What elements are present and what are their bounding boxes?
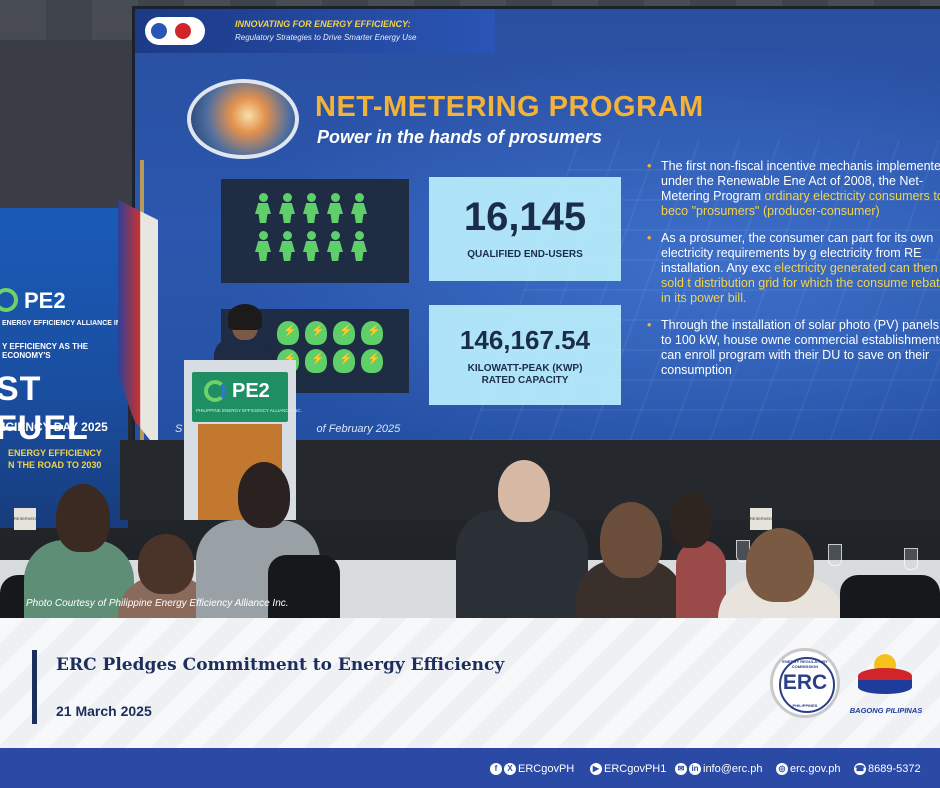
slide-header-subtitle: Regulatory Strategies to Drive Smarter E… bbox=[235, 33, 417, 42]
slide-bullet: The first non-fiscal incentive mechanis … bbox=[647, 159, 940, 219]
banner-theme-line2: N THE ROAD TO 2030 bbox=[8, 460, 102, 470]
lightbulb-icon bbox=[333, 349, 355, 373]
stat-label-line2: RATED CAPACITY bbox=[481, 375, 569, 386]
banner-alliance-text: ENERGY EFFICIENCY ALLIANCE INC. bbox=[2, 320, 128, 327]
slide-logos bbox=[145, 17, 205, 45]
footer-bar: f X ERCgovPH ▶ ERCgovPH1 ✉ in info@erc.p… bbox=[0, 748, 940, 788]
rated-capacity-stat: 146,167.54 KILOWATT-PEAK (KWP) RATED CAP… bbox=[429, 305, 621, 405]
footer-social-ercgovph1[interactable]: ▶ ERCgovPH1 bbox=[590, 762, 666, 776]
footer-email[interactable]: ✉ in info@erc.ph bbox=[675, 762, 762, 776]
person-icon bbox=[347, 231, 371, 261]
qualified-end-users-stat: 16,145 QUALIFIED END-USERS bbox=[429, 177, 621, 281]
lightbulb-icon bbox=[333, 321, 355, 345]
banner-tagline: Y EFFICIENCY AS THE ECONOMY'S bbox=[2, 342, 89, 360]
speaker-hair bbox=[228, 304, 262, 330]
person-icon bbox=[347, 193, 371, 223]
bagong-pilipinas-mini-logo-icon bbox=[175, 23, 191, 39]
pe2-ring-icon bbox=[204, 380, 226, 402]
pe2-ring-icon bbox=[0, 288, 18, 312]
stat-value: 16,145 bbox=[463, 195, 587, 239]
solar-road-emblem-icon bbox=[187, 79, 299, 159]
erc-seal-bottom-text: PHILIPPINES bbox=[792, 703, 818, 708]
banner-pe2-logo: PE2 bbox=[24, 288, 66, 313]
person-icon bbox=[251, 193, 275, 223]
blue-ribbon bbox=[858, 680, 912, 694]
attendee-head bbox=[600, 502, 662, 578]
podium-pe2-logo: PE2 bbox=[232, 380, 270, 402]
event-photo: INNOVATING FOR ENERGY EFFICIENCY: Regula… bbox=[0, 0, 940, 618]
person-icon bbox=[299, 193, 323, 223]
stat-label: QUALIFIED END-USERS bbox=[467, 249, 583, 260]
person-icon bbox=[299, 231, 323, 261]
attendee-head bbox=[238, 462, 290, 528]
reserved-sign: RESERVED bbox=[750, 508, 772, 530]
footer-website[interactable]: ◎ erc.gov.ph bbox=[776, 762, 841, 776]
globe-icon: ◎ bbox=[776, 763, 788, 775]
phone-icon: ☎ bbox=[854, 763, 866, 775]
wine-glass bbox=[828, 544, 842, 566]
slide-header: INNOVATING FOR ENERGY EFFICIENCY: Regula… bbox=[135, 9, 495, 53]
slide-bullet-list: The first non-fiscal incentive mechanis … bbox=[647, 159, 940, 390]
attendee-head bbox=[746, 528, 814, 602]
people-icons bbox=[251, 193, 371, 261]
x-icon: X bbox=[504, 763, 516, 775]
slide-subtitle: Power in the hands of prosumers bbox=[317, 127, 603, 147]
erc-mini-logo-icon bbox=[151, 23, 167, 39]
wine-glass bbox=[904, 548, 918, 570]
person-icon bbox=[323, 193, 347, 223]
article-date: 21 March 2025 bbox=[56, 703, 152, 719]
youtube-icon: ▶ bbox=[590, 763, 602, 775]
linkedin-icon: in bbox=[689, 763, 701, 775]
stat-value: 146,167.54 bbox=[459, 325, 591, 355]
person-icon bbox=[275, 193, 299, 223]
photo-credit: Photo Courtesy of Philippine Energy Effi… bbox=[26, 598, 289, 609]
lightbulb-icon bbox=[361, 349, 383, 373]
banner-theme-line1: ENERGY EFFICIENCY bbox=[8, 448, 102, 458]
attendee-head bbox=[498, 460, 550, 522]
footer-social-ercgovph[interactable]: f X ERCgovPH bbox=[490, 762, 574, 776]
banner-event-name: ICIENCY DAY 2025 bbox=[2, 420, 108, 434]
footer-phone[interactable]: ☎ 8689-5372 bbox=[854, 762, 921, 776]
attendee-body bbox=[456, 510, 588, 618]
slide-bullet: As a prosumer, the consumer can part for… bbox=[647, 231, 940, 306]
attendee-head bbox=[670, 492, 712, 548]
reserved-sign: RESERVED bbox=[14, 508, 36, 530]
stat-label-line1: KILOWATT-PEAK (KWP) bbox=[467, 363, 583, 374]
lightbulb-icon bbox=[305, 349, 327, 373]
headline-accent-bar bbox=[32, 650, 37, 724]
article-headline: ERC Pledges Commitment to Energy Efficie… bbox=[56, 655, 505, 675]
people-tile bbox=[221, 179, 409, 283]
erc-seal-ring-text: ENERGY REGULATORY COMMISSION bbox=[782, 659, 828, 669]
email-icon: ✉ bbox=[675, 763, 687, 775]
chair bbox=[840, 575, 940, 618]
person-icon bbox=[251, 231, 275, 261]
banner-headline: ST FUEL bbox=[0, 370, 89, 447]
attendee-head bbox=[56, 484, 110, 552]
person-icon bbox=[275, 231, 299, 261]
lightbulb-icon bbox=[277, 321, 299, 345]
person-icon bbox=[323, 231, 347, 261]
facebook-icon: f bbox=[490, 763, 502, 775]
lightbulb-icon bbox=[361, 321, 383, 345]
bagong-pilipinas-text: BAGONG PILIPINAS bbox=[849, 706, 923, 715]
lightbulb-icon bbox=[305, 321, 327, 345]
erc-seal-text: ERC bbox=[782, 671, 828, 694]
bagong-pilipinas-logo-icon bbox=[852, 650, 918, 698]
attendee-head bbox=[138, 534, 194, 594]
slide-bullet: Through the installation of solar photo … bbox=[647, 318, 940, 378]
podium-alliance-text: PHILIPPINE ENERGY EFFICIENCY ALLIANCE IN… bbox=[196, 408, 302, 413]
erc-seal-logo: ENERGY REGULATORY COMMISSION ERC PHILIPP… bbox=[770, 648, 840, 718]
slide-header-title: INNOVATING FOR ENERGY EFFICIENCY: bbox=[235, 19, 411, 29]
event-banner: PE2 ENERGY EFFICIENCY ALLIANCE INC. Y EF… bbox=[0, 208, 128, 528]
slide-title: NET-METERING PROGRAM bbox=[315, 91, 704, 123]
